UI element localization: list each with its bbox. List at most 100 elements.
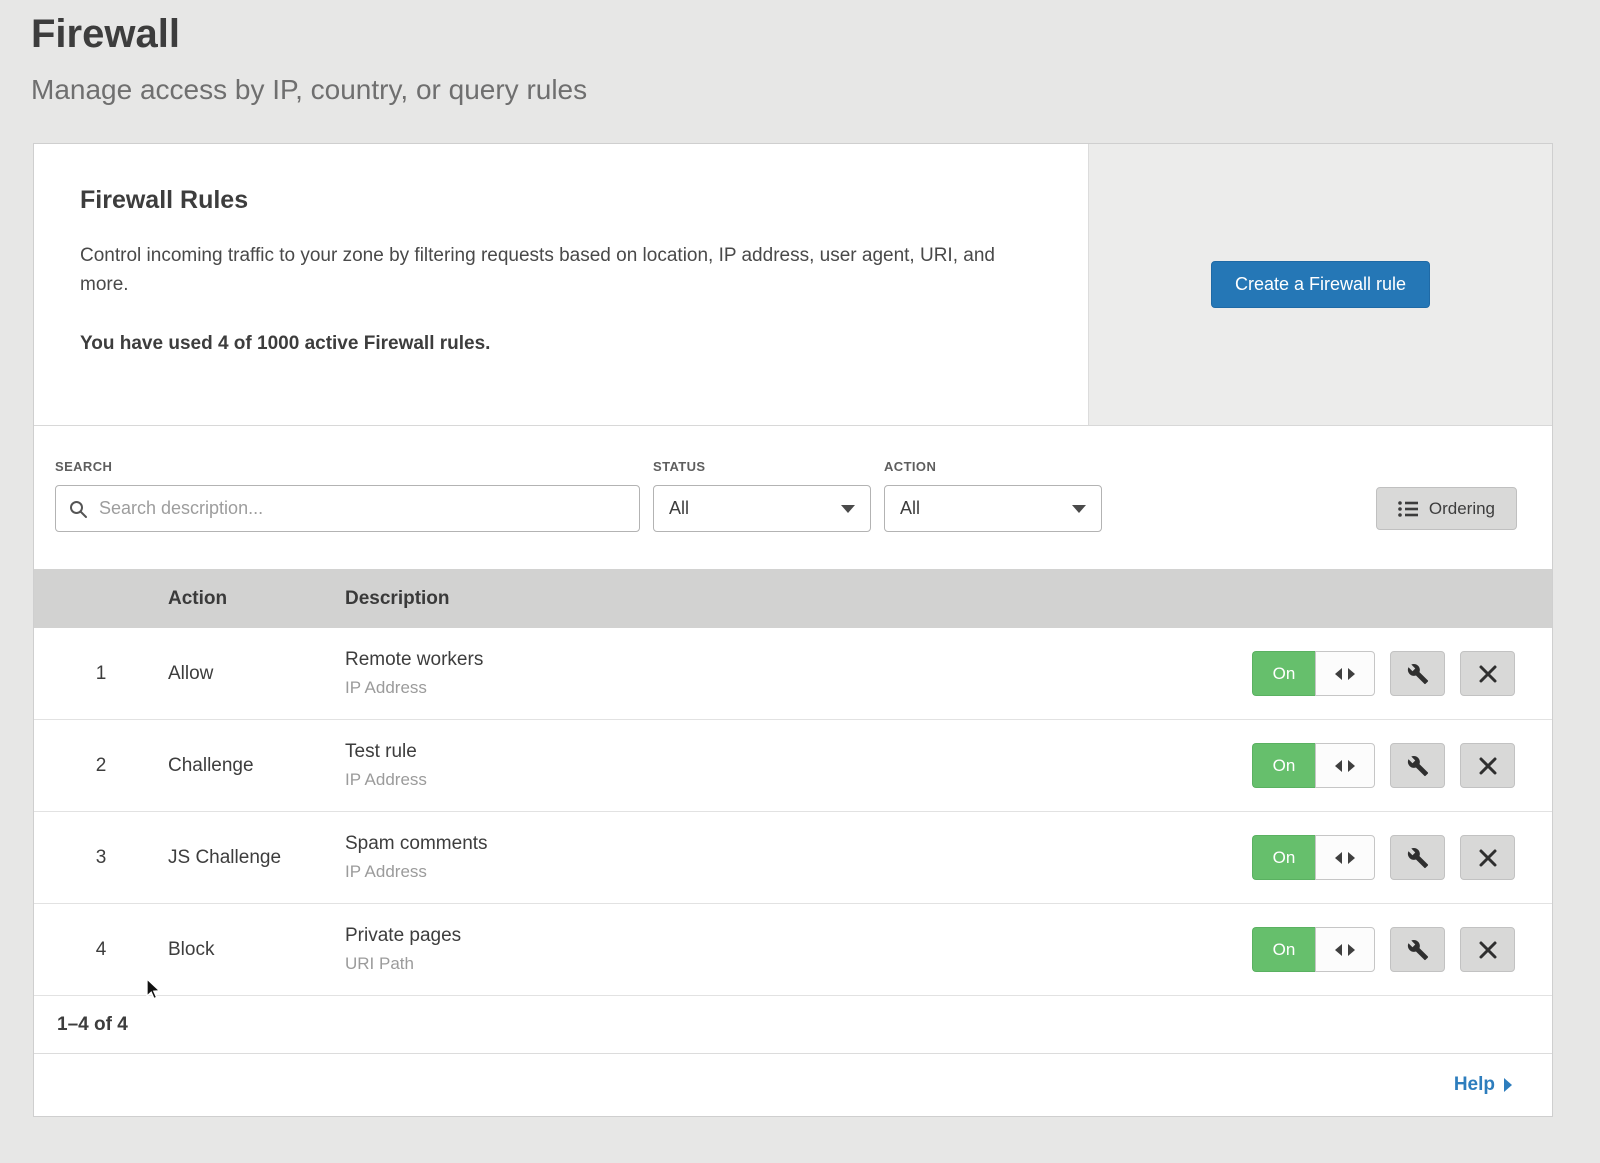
status-select[interactable]: All bbox=[653, 485, 871, 532]
rule-action: JS Challenge bbox=[168, 847, 345, 869]
action-label: ACTION bbox=[884, 459, 1102, 474]
delete-rule-button[interactable] bbox=[1460, 743, 1515, 788]
close-icon bbox=[1478, 848, 1498, 868]
search-filter: SEARCH bbox=[55, 459, 640, 532]
action-filter: ACTION All bbox=[884, 459, 1102, 532]
arrow-right-icon bbox=[1348, 760, 1355, 772]
table-row: 4 Block Private pages URI Path On bbox=[34, 904, 1552, 996]
wrench-icon bbox=[1407, 847, 1429, 869]
arrow-right-icon bbox=[1504, 1078, 1512, 1092]
edit-rule-button[interactable] bbox=[1390, 835, 1445, 880]
arrow-right-icon bbox=[1348, 944, 1355, 956]
page-subtitle: Manage access by IP, country, or query r… bbox=[31, 74, 1600, 106]
wrench-icon bbox=[1407, 663, 1429, 685]
rule-action: Allow bbox=[168, 663, 345, 685]
card-intro: Firewall Rules Control incoming traffic … bbox=[34, 144, 1088, 425]
card-heading: Firewall Rules bbox=[80, 186, 1028, 215]
rule-action: Challenge bbox=[168, 755, 345, 777]
arrow-right-icon bbox=[1348, 852, 1355, 864]
status-filter: STATUS All bbox=[653, 459, 871, 532]
action-select[interactable]: All bbox=[884, 485, 1102, 532]
rule-toggle-group: On bbox=[1252, 651, 1375, 696]
pagination-summary: 1–4 of 4 bbox=[34, 996, 1552, 1054]
rule-status-toggle[interactable]: On bbox=[1252, 835, 1315, 880]
help-link[interactable]: Help bbox=[1454, 1074, 1512, 1096]
rule-description: Test rule bbox=[345, 741, 1252, 763]
arrow-left-icon bbox=[1335, 852, 1342, 864]
rule-description: Remote workers bbox=[345, 649, 1252, 671]
wrench-icon bbox=[1407, 755, 1429, 777]
rule-controls: On bbox=[1252, 835, 1552, 880]
rule-priority: 4 bbox=[34, 939, 168, 961]
search-icon bbox=[68, 499, 88, 519]
page-title: Firewall bbox=[31, 12, 1600, 57]
rule-description-cell: Spam comments IP Address bbox=[345, 833, 1252, 882]
arrow-left-icon bbox=[1335, 760, 1342, 772]
rule-priority: 3 bbox=[34, 847, 168, 869]
table-row: 2 Challenge Test rule IP Address On bbox=[34, 720, 1552, 812]
search-input-wrapper[interactable] bbox=[55, 485, 640, 532]
card-action-panel: Create a Firewall rule bbox=[1088, 144, 1552, 425]
table-header: Action Description bbox=[34, 569, 1552, 628]
rule-status-toggle[interactable]: On bbox=[1252, 743, 1315, 788]
close-icon bbox=[1478, 756, 1498, 776]
rules-usage-text: You have used 4 of 1000 active Firewall … bbox=[80, 333, 1028, 355]
rule-description: Private pages bbox=[345, 925, 1252, 947]
status-label: STATUS bbox=[653, 459, 871, 474]
rule-toggle-group: On bbox=[1252, 743, 1375, 788]
reorder-handle[interactable] bbox=[1315, 651, 1375, 696]
rule-field: IP Address bbox=[345, 770, 1252, 790]
rule-controls: On bbox=[1252, 651, 1552, 696]
delete-rule-button[interactable] bbox=[1460, 651, 1515, 696]
search-label: SEARCH bbox=[55, 459, 640, 474]
rule-controls: On bbox=[1252, 743, 1552, 788]
ordering-button-label: Ordering bbox=[1429, 499, 1495, 519]
rule-description-cell: Test rule IP Address bbox=[345, 741, 1252, 790]
reorder-handle[interactable] bbox=[1315, 927, 1375, 972]
ordering-list-icon bbox=[1398, 500, 1418, 518]
firewall-rules-card: Firewall Rules Control incoming traffic … bbox=[33, 143, 1553, 1117]
create-firewall-rule-button[interactable]: Create a Firewall rule bbox=[1211, 261, 1430, 308]
rule-description: Spam comments bbox=[345, 833, 1252, 855]
status-select-value: All bbox=[669, 498, 689, 519]
edit-rule-button[interactable] bbox=[1390, 743, 1445, 788]
rule-priority: 2 bbox=[34, 755, 168, 777]
rule-toggle-group: On bbox=[1252, 835, 1375, 880]
action-select-value: All bbox=[900, 498, 920, 519]
rule-status-toggle[interactable]: On bbox=[1252, 927, 1315, 972]
close-icon bbox=[1478, 664, 1498, 684]
search-input[interactable] bbox=[97, 497, 627, 520]
rule-field: IP Address bbox=[345, 678, 1252, 698]
delete-rule-button[interactable] bbox=[1460, 927, 1515, 972]
arrow-left-icon bbox=[1335, 944, 1342, 956]
filter-bar: SEARCH STATUS All ACTION All bbox=[34, 426, 1552, 569]
table-row: 3 JS Challenge Spam comments IP Address … bbox=[34, 812, 1552, 904]
ordering-button[interactable]: Ordering bbox=[1376, 487, 1517, 530]
table-row: 1 Allow Remote workers IP Address On bbox=[34, 628, 1552, 720]
wrench-icon bbox=[1407, 939, 1429, 961]
rule-priority: 1 bbox=[34, 663, 168, 685]
reorder-handle[interactable] bbox=[1315, 743, 1375, 788]
rule-field: IP Address bbox=[345, 862, 1252, 882]
card-description: Control incoming traffic to your zone by… bbox=[80, 241, 1025, 300]
arrow-right-icon bbox=[1348, 668, 1355, 680]
edit-rule-button[interactable] bbox=[1390, 651, 1445, 696]
arrow-left-icon bbox=[1335, 668, 1342, 680]
column-header-description: Description bbox=[345, 588, 1552, 610]
edit-rule-button[interactable] bbox=[1390, 927, 1445, 972]
ordering-wrap: Ordering bbox=[1376, 487, 1517, 530]
page-header: Firewall Manage access by IP, country, o… bbox=[0, 0, 1600, 106]
help-link-label: Help bbox=[1454, 1074, 1495, 1096]
rule-status-toggle[interactable]: On bbox=[1252, 651, 1315, 696]
rule-action: Block bbox=[168, 939, 345, 961]
rule-description-cell: Remote workers IP Address bbox=[345, 649, 1252, 698]
delete-rule-button[interactable] bbox=[1460, 835, 1515, 880]
column-header-action: Action bbox=[168, 588, 345, 610]
rule-controls: On bbox=[1252, 927, 1552, 972]
rule-description-cell: Private pages URI Path bbox=[345, 925, 1252, 974]
card-top-section: Firewall Rules Control incoming traffic … bbox=[34, 144, 1552, 426]
reorder-handle[interactable] bbox=[1315, 835, 1375, 880]
rule-toggle-group: On bbox=[1252, 927, 1375, 972]
chevron-down-icon bbox=[841, 505, 855, 513]
rule-field: URI Path bbox=[345, 954, 1252, 974]
